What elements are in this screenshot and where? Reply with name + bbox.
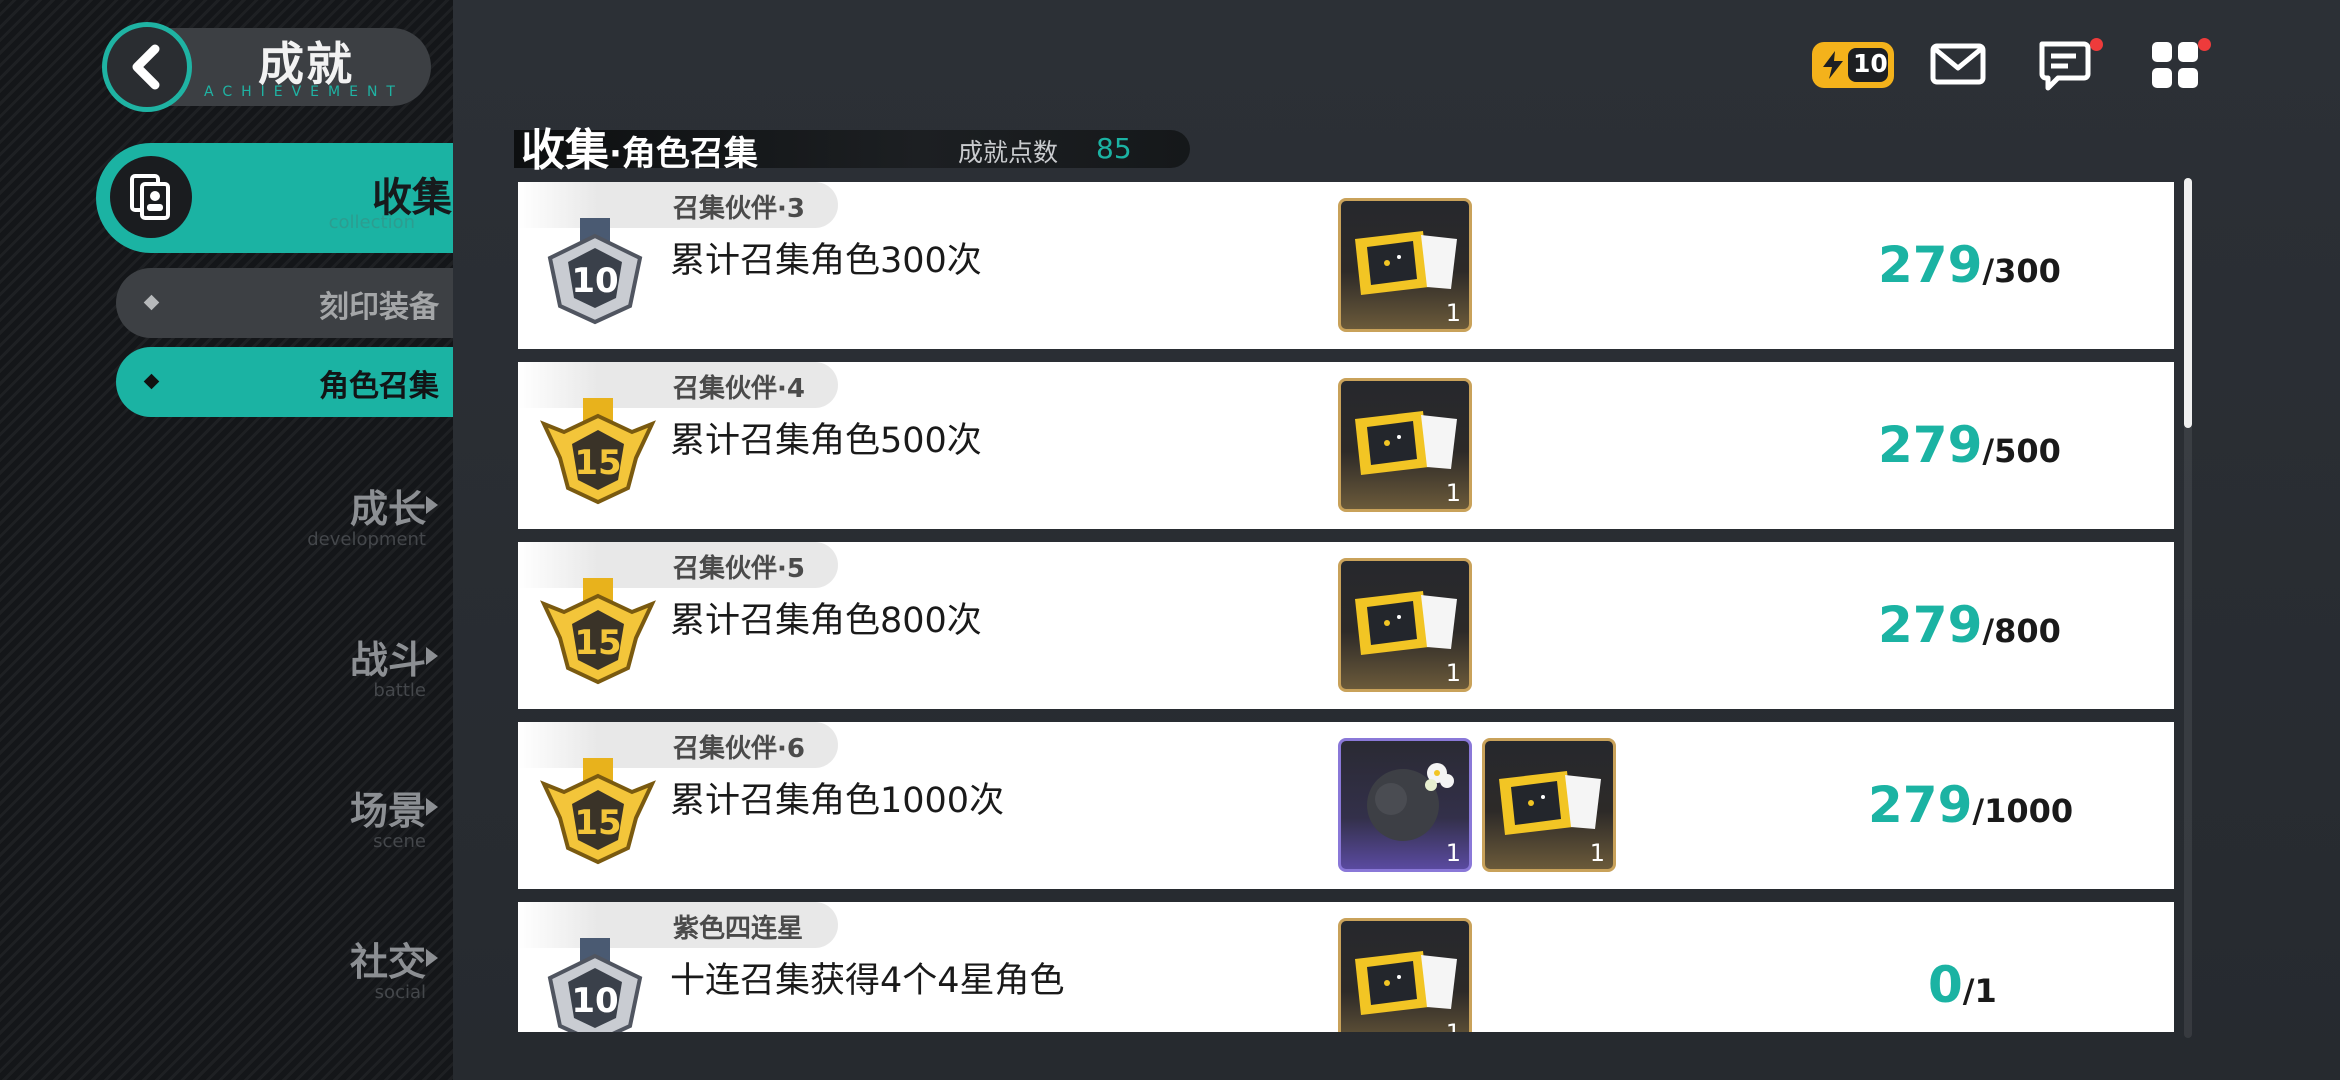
svg-text:15: 15: [574, 443, 621, 483]
back-button[interactable]: [102, 22, 192, 112]
page-subtitle: ACHIEVEMENT: [204, 84, 404, 100]
achievement-description: 累计召集角色800次: [670, 601, 982, 641]
achievement-progress: 279/1000: [1868, 776, 2073, 834]
achievement-card[interactable]: 紫色四连星 10 十连召集获得4个4星角色 1 0/1: [518, 902, 2174, 1032]
caret-right-icon: [426, 647, 438, 665]
progress-total: /300: [1982, 252, 2061, 290]
caret-right-icon: [426, 496, 438, 514]
svg-text:10: 10: [571, 261, 618, 301]
section-title-sub: ·角色召集: [609, 134, 758, 174]
category-social[interactable]: 社交 social: [350, 931, 426, 1003]
reward-orb[interactable]: 1: [1338, 738, 1472, 872]
summon-ticket-icon: [1355, 231, 1457, 295]
category-battle[interactable]: 战斗 battle: [350, 629, 426, 701]
menu-grid-icon[interactable]: [2148, 38, 2204, 94]
category-sub: development: [307, 529, 426, 550]
energy-button[interactable]: 10: [1812, 42, 1894, 88]
summon-ticket-icon: [1355, 951, 1457, 1015]
reward-ticket[interactable]: 1: [1338, 558, 1472, 692]
summon-ticket-icon: [1355, 591, 1457, 655]
section-title-main: 收集: [521, 125, 609, 176]
progress-current: 279: [1868, 776, 1973, 834]
collection-icon: [110, 156, 192, 238]
diamond-bullet-icon: [143, 373, 160, 390]
energy-count: 10: [1853, 49, 1888, 78]
mail-icon[interactable]: [1930, 38, 1986, 90]
reward-count: 1: [1445, 299, 1461, 327]
svg-text:10: 10: [571, 981, 618, 1021]
achievement-description: 十连召集获得4个4星角色: [670, 961, 1065, 1001]
achievement-tag: 召集伙伴·6: [673, 734, 805, 764]
achievement-card[interactable]: 召集伙伴·5 15 累计召集角色800次 1 279/800: [518, 542, 2174, 709]
svg-text:15: 15: [574, 623, 621, 663]
chat-icon[interactable]: [2036, 38, 2096, 94]
reward-count: 1: [1445, 479, 1461, 507]
sub-item-label: 角色召集: [319, 369, 439, 404]
menu-notification-dot: [2198, 38, 2211, 51]
category-collection-sub: collection: [328, 212, 415, 233]
diamond-bullet-icon: [143, 294, 160, 311]
caret-down-icon: [425, 185, 443, 197]
category-scene[interactable]: 场景 scene: [350, 780, 426, 852]
caret-right-icon: [426, 949, 438, 967]
progress-current: 279: [1878, 236, 1983, 294]
reward-ticket[interactable]: 1: [1338, 918, 1472, 1032]
achievement-description: 累计召集角色500次: [670, 421, 982, 461]
reward-count: 1: [1445, 839, 1461, 867]
chat-notification-dot: [2090, 38, 2103, 51]
achievement-description: 累计召集角色300次: [670, 241, 982, 281]
progress-total: /1: [1962, 972, 1997, 1010]
achievement-tag: 召集伙伴·4: [673, 374, 805, 404]
back-icon: [132, 44, 160, 90]
category-label: 场景: [349, 789, 426, 833]
achievement-progress: 279/500: [1878, 416, 2061, 474]
energy-icon: [1823, 51, 1843, 79]
achievement-description: 累计召集角色1000次: [670, 781, 1005, 821]
reward-ticket[interactable]: 1: [1338, 198, 1472, 332]
achievement-card[interactable]: 召集伙伴·6 15 累计召集角色1000次 1 1 279/1000: [518, 722, 2174, 889]
progress-total: /500: [1982, 432, 2061, 470]
reward-count: 1: [1446, 1019, 1461, 1032]
progress-total: /1000: [1972, 792, 2074, 830]
achievement-tag: 紫色四连星: [673, 914, 804, 944]
achievement-tag: 召集伙伴·3: [673, 194, 805, 224]
achievement-progress: 279/300: [1878, 236, 2061, 294]
caret-right-icon: [426, 798, 438, 816]
reward-ticket[interactable]: 1: [1482, 738, 1616, 872]
points-value: 85: [1096, 132, 1132, 165]
achievement-card[interactable]: 召集伙伴·4 15 累计召集角色500次 1 279/500: [518, 362, 2174, 529]
progress-current: 279: [1878, 416, 1983, 474]
points-label: 成就点数: [958, 138, 1059, 167]
progress-total: /800: [1982, 612, 2061, 650]
reward-count: 1: [1589, 839, 1605, 867]
achievement-progress: 279/800: [1878, 596, 2061, 654]
section-title: 收集·角色召集: [521, 114, 758, 178]
moon-orb-icon: [1367, 763, 1454, 841]
category-development[interactable]: 成长 development: [307, 478, 426, 550]
category-label: 成长: [349, 487, 426, 531]
reward-ticket[interactable]: 1: [1338, 378, 1472, 512]
sub-item-engraved-gear[interactable]: 刻印装备: [116, 268, 453, 338]
progress-current: 279: [1878, 596, 1983, 654]
gold-medal-icon: 15: [540, 398, 656, 505]
sub-item-character-summon[interactable]: 角色召集: [116, 347, 453, 417]
achievement-tag: 召集伙伴·5: [673, 554, 805, 584]
summon-ticket-icon: [1355, 411, 1457, 475]
silver-medal-icon: 10: [547, 938, 643, 1032]
gold-medal-icon: 15: [540, 758, 656, 865]
achievement-card[interactable]: 召集伙伴·3 10 累计召集角色300次 1 279/300: [518, 182, 2174, 349]
summon-ticket-icon: [1499, 771, 1601, 835]
sub-item-label: 刻印装备: [319, 290, 439, 325]
achievement-progress: 0/1: [1928, 956, 1997, 1014]
scrollbar-thumb[interactable]: [2184, 178, 2192, 428]
category-label: 战斗: [349, 638, 426, 682]
reward-count: 1: [1445, 659, 1461, 687]
progress-current: 0: [1928, 956, 1963, 1014]
gold-medal-icon: 15: [540, 578, 656, 685]
svg-text:15: 15: [574, 803, 621, 843]
silver-medal-icon: 10: [547, 218, 643, 325]
category-label: 社交: [349, 940, 426, 984]
